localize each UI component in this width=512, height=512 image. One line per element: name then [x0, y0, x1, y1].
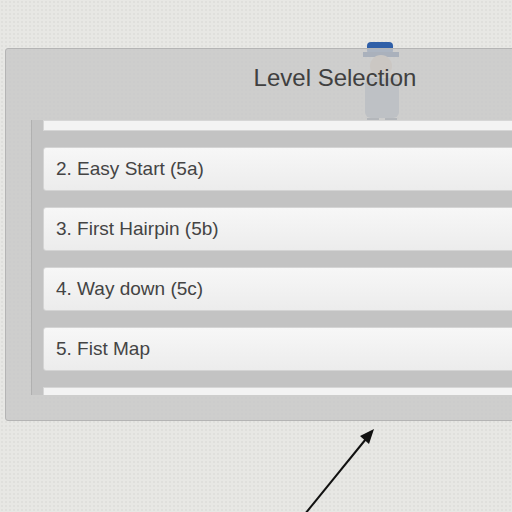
level-row[interactable]: 4. Way down (5c): [43, 267, 512, 311]
level-row[interactable]: 5. Fist Map: [43, 327, 512, 371]
level-list[interactable]: 2. Easy Start (5a) 3. First Hairpin (5b) 4…: [31, 120, 512, 395]
level-row[interactable]: 2. Easy Start (5a): [43, 147, 512, 191]
level-row[interactable]: [43, 120, 512, 131]
level-selection-panel: Level Selection 2. Easy Start (5a) 3. Firs…: [5, 48, 512, 421]
pointer-arrow-icon: [296, 420, 386, 512]
panel-title: Level Selection: [31, 49, 512, 120]
level-row[interactable]: [43, 387, 512, 395]
game-screen: Level Selection 2. Easy Start (5a) 3. Firs…: [0, 0, 512, 512]
level-row[interactable]: 3. First Hairpin (5b): [43, 207, 512, 251]
